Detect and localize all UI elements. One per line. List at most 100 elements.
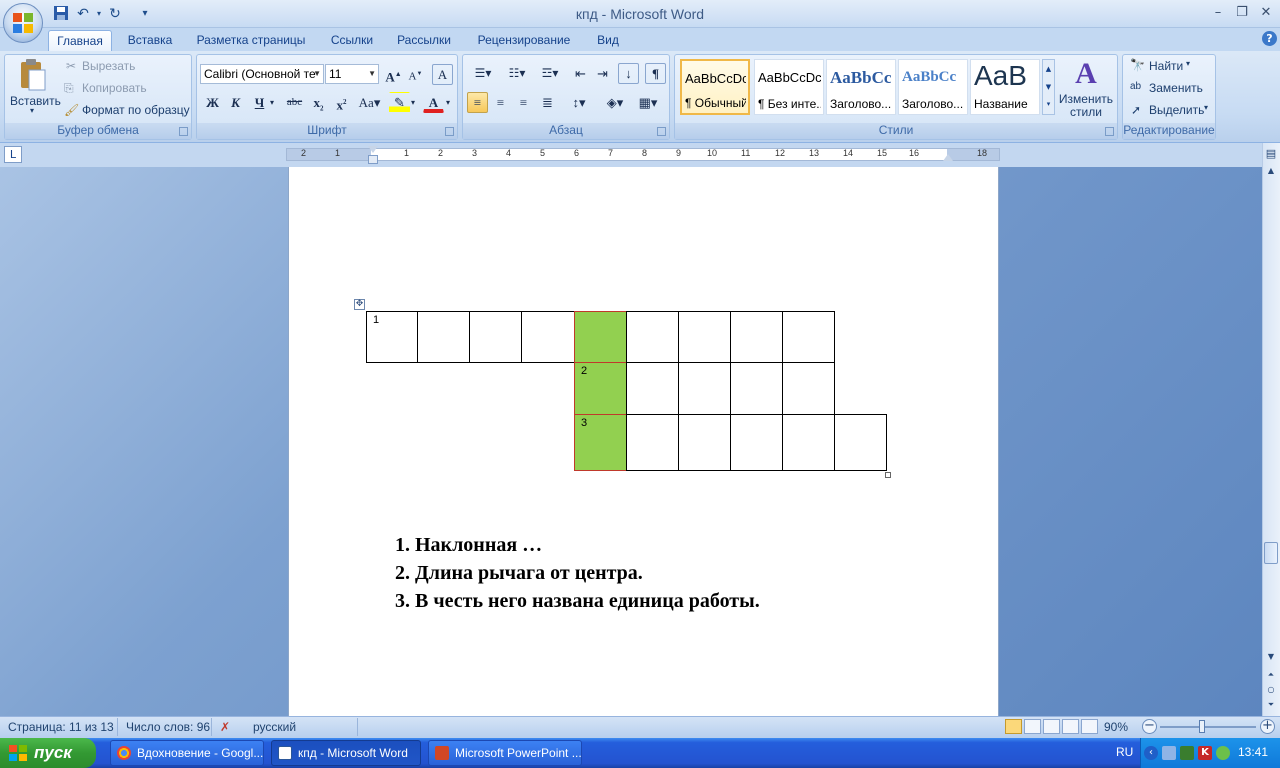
word-count[interactable]: Число слов: 96 [126,720,210,734]
bold-icon[interactable]: Ж [202,92,223,113]
align-right-icon[interactable]: ≡ [513,92,534,113]
shrink-font-icon[interactable]: A▼ [405,64,426,85]
styles-launcher-icon[interactable] [1105,127,1114,136]
tab-mailings[interactable]: Рассылки [390,30,458,52]
align-center-icon[interactable]: ≡ [490,92,511,113]
zoom-level[interactable]: 90% [1104,720,1128,734]
crossword-cell[interactable] [678,311,731,363]
underline-dropdown-icon[interactable]: ▾ [266,92,278,113]
styles-more-icon[interactable]: ▾ [1043,96,1054,112]
style-title[interactable]: AaB Название [970,59,1040,115]
crossword-cell[interactable] [626,311,679,363]
first-line-indent-marker[interactable] [368,146,378,153]
vertical-scrollbar[interactable] [1262,143,1280,716]
tab-home[interactable]: Главная [48,30,112,53]
scroll-down-icon[interactable]: ▼ [1263,650,1279,664]
tab-view[interactable]: Вид [588,30,628,52]
find-button[interactable]: Найти [1149,59,1183,73]
cut-button[interactable]: Вырезать [82,59,135,73]
kaspersky-icon[interactable]: K [1198,746,1212,760]
crossword-cell[interactable] [782,414,835,471]
crossword-cell[interactable] [469,311,522,363]
crossword-cell[interactable] [782,311,835,363]
style-no-spacing[interactable]: AaBbCcDc ¶ Без инте... [754,59,824,115]
crossword-key-cell[interactable] [574,311,627,363]
close-button[interactable]: ✕ [1254,4,1278,22]
clear-formatting-icon[interactable]: A [432,64,453,85]
web-layout-icon[interactable] [1043,719,1060,734]
taskbar-item-word[interactable]: кпд - Microsoft Word [271,740,421,766]
numbering-icon[interactable]: ☷▾ [501,63,533,84]
crossword-key-cell[interactable]: 2 [574,362,627,415]
styles-down-icon[interactable]: ▼ [1043,78,1054,96]
table-move-handle-icon[interactable]: ✥ [354,299,365,310]
find-dropdown-icon[interactable]: ▾ [1186,59,1190,68]
crossword-cell[interactable] [626,414,679,471]
tab-page-layout[interactable]: Разметка страницы [190,30,312,52]
network-icon[interactable] [1162,746,1176,760]
show-marks-icon[interactable]: ¶ [645,63,666,84]
grow-font-icon[interactable]: A▲ [383,64,404,85]
tray-flower-icon[interactable] [1216,746,1230,760]
print-layout-view-icon[interactable] [1005,719,1022,734]
outline-view-icon[interactable] [1062,719,1079,734]
tab-review[interactable]: Рецензирование [468,30,580,52]
font-color-icon[interactable]: A [423,92,444,113]
line-spacing-icon[interactable]: ↕▾ [564,92,594,113]
maximize-button[interactable]: ❐ [1230,4,1254,22]
paste-dropdown-icon[interactable]: ▾ [30,106,34,115]
styles-up-icon[interactable]: ▲ [1043,60,1054,78]
select-button[interactable]: Выделить [1149,103,1204,117]
keyboard-language[interactable]: RU [1116,745,1133,759]
change-styles-button[interactable]: Изменить стили [1058,93,1114,119]
crossword-cell[interactable] [521,311,575,363]
full-screen-reading-icon[interactable] [1024,719,1041,734]
crossword-cell[interactable] [730,362,783,415]
font-color-dropdown-icon[interactable]: ▾ [442,92,454,113]
zoom-in-icon[interactable]: + [1260,719,1275,734]
tray-expand-icon[interactable]: ‹ [1144,746,1158,760]
font-size-combo[interactable]: 11 ▼ [325,64,379,84]
zoom-slider[interactable] [1160,726,1256,728]
change-styles-icon[interactable]: A [1070,58,1102,90]
crossword-cell[interactable] [782,362,835,415]
crossword-cell[interactable] [626,362,679,415]
strikethrough-icon[interactable]: abc [284,92,305,113]
justify-icon[interactable]: ≣ [537,92,558,113]
style-heading-1[interactable]: AaBbCc Заголово... [826,59,896,115]
style-heading-2[interactable]: AaBbCc Заголово... [898,59,968,115]
italic-icon[interactable]: К [225,92,246,113]
tray-app-icon[interactable] [1180,746,1194,760]
crossword-cell[interactable]: 1 [366,311,418,363]
decrease-indent-icon[interactable]: ⇤ [570,63,591,84]
horizontal-ruler[interactable]: 2 1 1 2 3 4 5 6 7 8 9 10 11 12 13 14 15 … [286,148,1000,161]
crossword-cell[interactable] [678,362,731,415]
paste-icon[interactable] [18,58,48,92]
borders-icon[interactable]: ▦▾ [633,92,663,113]
bullets-icon[interactable]: ☰▾ [467,63,499,84]
tab-selector-icon[interactable]: L [4,146,22,163]
shading-icon[interactable]: ◈▾ [599,92,631,113]
minimize-button[interactable]: – [1206,4,1230,22]
crossword-key-cell[interactable]: 3 [574,414,627,471]
format-painter-button[interactable]: Формат по образцу [82,103,190,117]
subscript-icon[interactable]: x2 [308,92,329,113]
spelling-check-icon[interactable]: ✗ [220,720,230,734]
crossword-cell[interactable] [834,414,887,471]
next-page-icon[interactable]: ⏷ [1263,698,1279,712]
zoom-out-icon[interactable]: − [1142,719,1157,734]
font-name-combo[interactable]: Calibri (Основной те ▼ [200,64,324,84]
clipboard-launcher-icon[interactable] [179,127,188,136]
page-indicator[interactable]: Страница: 11 из 13 [8,720,114,734]
clock[interactable]: 13:41 [1238,745,1268,759]
crossword-cell[interactable] [417,311,470,363]
styles-scroll[interactable]: ▲ ▼ ▾ [1042,59,1055,115]
paragraph-launcher-icon[interactable] [657,127,666,136]
zoom-slider-thumb[interactable] [1199,720,1205,733]
crossword-cell[interactable] [678,414,731,471]
table-resize-handle[interactable] [885,472,891,478]
taskbar-item-chrome[interactable]: Вдохновение - Googl... [110,740,264,766]
browse-object-icon[interactable]: ○ [1263,683,1279,697]
previous-page-icon[interactable]: ⏶ [1263,668,1279,682]
tab-insert[interactable]: Вставка [118,30,182,52]
